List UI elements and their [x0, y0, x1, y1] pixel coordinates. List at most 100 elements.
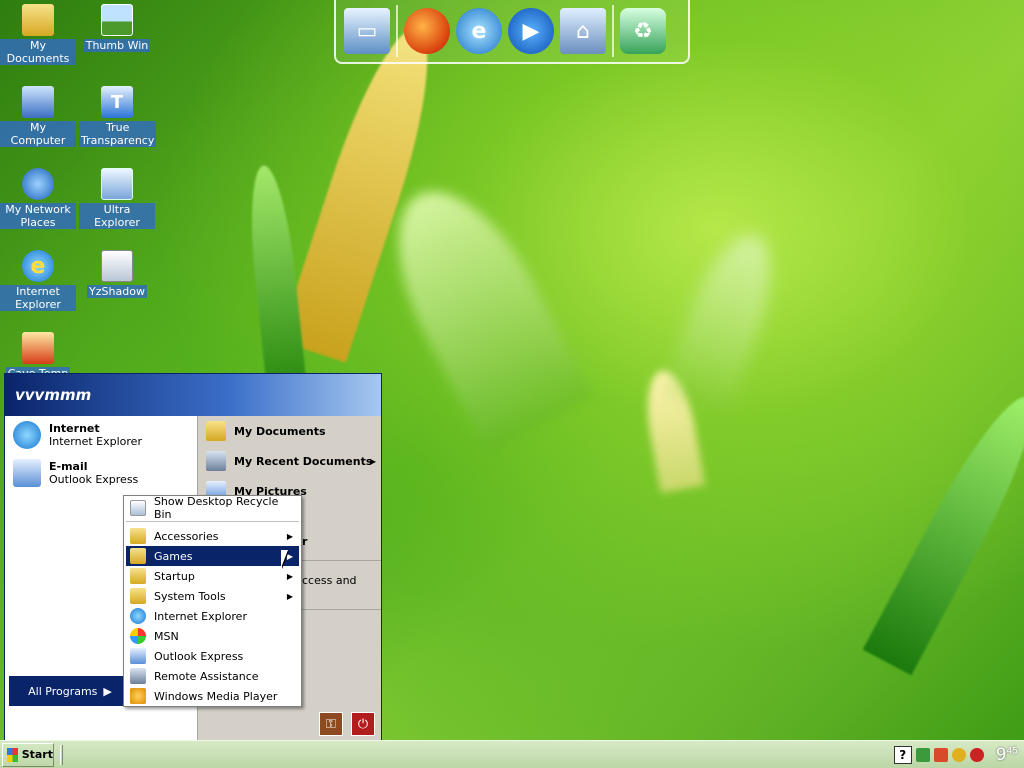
dock-separator — [396, 5, 398, 57]
my-recent-documents-item[interactable]: My Recent Documents ▶ — [198, 446, 381, 476]
clock[interactable]: 945 — [996, 745, 1018, 765]
desktop-icon-thumb-win[interactable]: Thumb Win — [79, 4, 155, 52]
monitor-icon[interactable]: ▭ — [344, 8, 390, 54]
outlook-express-icon — [13, 459, 41, 487]
thumbnail-window-icon — [101, 4, 133, 36]
recycle-bin-icon — [130, 500, 146, 516]
taskbar: Start ? 945 — [0, 740, 1024, 768]
desktop-icon-true-transparency[interactable]: T True Transparency — [79, 86, 157, 147]
clock-minutes: 45 — [1006, 746, 1018, 757]
thermometer-icon — [22, 332, 54, 364]
wallpaper-grass-blade — [661, 223, 789, 417]
my-recent-documents-label: My Recent Documents — [234, 454, 373, 468]
chevron-right-icon: ▶ — [369, 456, 376, 466]
submenu-item-label: Games — [154, 549, 193, 563]
desktop-icon-label: Ultra Explorer — [79, 203, 155, 229]
quick-launch-dock: ▭ e ▶ ⌂ ♻ — [334, 0, 690, 64]
submenu-item-accessories[interactable]: Accessories ▶ — [126, 526, 299, 546]
computer-icon — [22, 86, 54, 118]
firefox-icon[interactable] — [404, 8, 450, 54]
internet-explorer-icon — [13, 421, 41, 449]
submenu-item-label: Internet Explorer — [154, 609, 247, 623]
start-button[interactable]: Start — [2, 742, 54, 767]
submenu-item-internet-explorer[interactable]: Internet Explorer — [126, 606, 299, 626]
pinned-subtitle: Internet Explorer — [49, 435, 142, 448]
all-programs-button[interactable]: All Programs ▶ — [9, 676, 131, 706]
chevron-right-icon: ▶ — [103, 684, 112, 698]
submenu-item-startup[interactable]: Startup ▶ — [126, 566, 299, 586]
internet-explorer-icon: e — [22, 250, 54, 282]
submenu-item-windows-media-player[interactable]: Windows Media Player — [126, 686, 299, 706]
desktop-icon-my-documents[interactable]: My Documents — [0, 4, 76, 65]
system-tray: ? 945 — [893, 741, 1024, 768]
explorer-window-icon — [101, 168, 133, 200]
outlook-express-icon — [130, 648, 146, 664]
start-menu-bottom-bar: ⚿ ⏻ — [319, 712, 375, 736]
submenu-item-label: Outlook Express — [154, 649, 244, 663]
desktop-icon-ultra-explorer[interactable]: Ultra Explorer — [79, 168, 155, 229]
log-off-key-icon[interactable]: ⚿ — [319, 712, 343, 736]
submenu-item-remote-assistance[interactable]: Remote Assistance — [126, 666, 299, 686]
submenu-item-label: Accessories — [154, 529, 219, 543]
submenu-item-show-desktop-recycle-bin[interactable]: Show Desktop Recycle Bin — [126, 495, 299, 521]
windows-flag-icon — [7, 747, 18, 762]
all-programs-submenu: Show Desktop Recycle Bin Accessories ▶ G… — [123, 495, 302, 707]
folder-icon — [130, 588, 146, 604]
desktop-icon-label: Internet Explorer — [0, 285, 76, 311]
submenu-item-outlook-express[interactable]: Outlook Express — [126, 646, 299, 666]
all-programs-label: All Programs — [28, 684, 98, 698]
start-label: Start — [21, 748, 53, 761]
submenu-item-label: Windows Media Player — [154, 689, 278, 703]
desktop-icon-yzshadow[interactable]: YzShadow — [79, 250, 155, 298]
power-icon[interactable]: ⏻ — [351, 712, 375, 736]
folder-icon — [130, 568, 146, 584]
windows-media-player-icon — [130, 688, 146, 704]
folder-icon — [130, 548, 146, 564]
recycle-bin-icon[interactable]: ♻ — [620, 8, 666, 54]
wallpaper-grass-blade — [243, 163, 307, 387]
submenu-item-label: MSN — [154, 629, 179, 643]
folder-icon — [130, 528, 146, 544]
my-documents-item[interactable]: My Documents — [198, 416, 381, 446]
tray-grid-icon[interactable] — [933, 748, 948, 762]
partial-label: ccess and — [302, 573, 357, 587]
desktop-icon-label: My Documents — [0, 39, 76, 65]
help-icon[interactable]: ? — [893, 746, 912, 764]
desktop-icon-label: My Computer — [0, 121, 76, 147]
transparency-app-icon: T — [101, 86, 133, 118]
internet-explorer-icon — [130, 608, 146, 624]
taskbar-grip[interactable] — [60, 744, 63, 765]
wallpaper-grass-blade — [862, 384, 1024, 676]
tray-close-icon[interactable] — [969, 748, 984, 762]
chevron-right-icon: ▶ — [286, 591, 293, 601]
wallpaper-grass-blade — [365, 167, 595, 453]
tray-smiley-icon[interactable] — [951, 748, 966, 762]
pinned-email[interactable]: E-mail Outlook Express — [5, 454, 197, 492]
submenu-item-system-tools[interactable]: System Tools ▶ — [126, 586, 299, 606]
submenu-item-msn[interactable]: MSN — [126, 626, 299, 646]
menu-divider — [126, 521, 299, 522]
media-player-play-icon[interactable]: ▶ — [508, 8, 554, 54]
desktop-icon-internet-explorer[interactable]: e Internet Explorer — [0, 250, 76, 311]
submenu-item-label: Startup — [154, 569, 195, 583]
submenu-item-label: Remote Assistance — [154, 669, 259, 683]
msn-butterfly-icon — [130, 628, 146, 644]
desktop-icon-label: YzShadow — [87, 285, 147, 298]
user-name: vvvmmm — [15, 386, 92, 404]
internet-explorer-icon[interactable]: e — [456, 8, 502, 54]
desktop-icon-label: Thumb Win — [83, 39, 151, 52]
pinned-title: Internet — [49, 422, 100, 435]
folder-documents-icon — [206, 421, 226, 441]
partial-label: r — [302, 534, 308, 548]
tray-shield-icon[interactable] — [915, 748, 930, 762]
dock-separator — [612, 5, 614, 57]
remote-assistance-icon — [130, 668, 146, 684]
network-connection-icon[interactable]: ⌂ — [560, 8, 606, 54]
submenu-item-games[interactable]: Games ▶ — [126, 546, 299, 566]
pinned-subtitle: Outlook Express — [49, 473, 139, 486]
desktop-icon-my-computer[interactable]: My Computer — [0, 86, 76, 147]
desktop-icon-my-network-places[interactable]: My Network Places — [0, 168, 76, 229]
pinned-internet[interactable]: Internet Internet Explorer — [5, 416, 197, 454]
submenu-item-label: System Tools — [154, 589, 226, 603]
my-documents-label: My Documents — [234, 424, 326, 438]
